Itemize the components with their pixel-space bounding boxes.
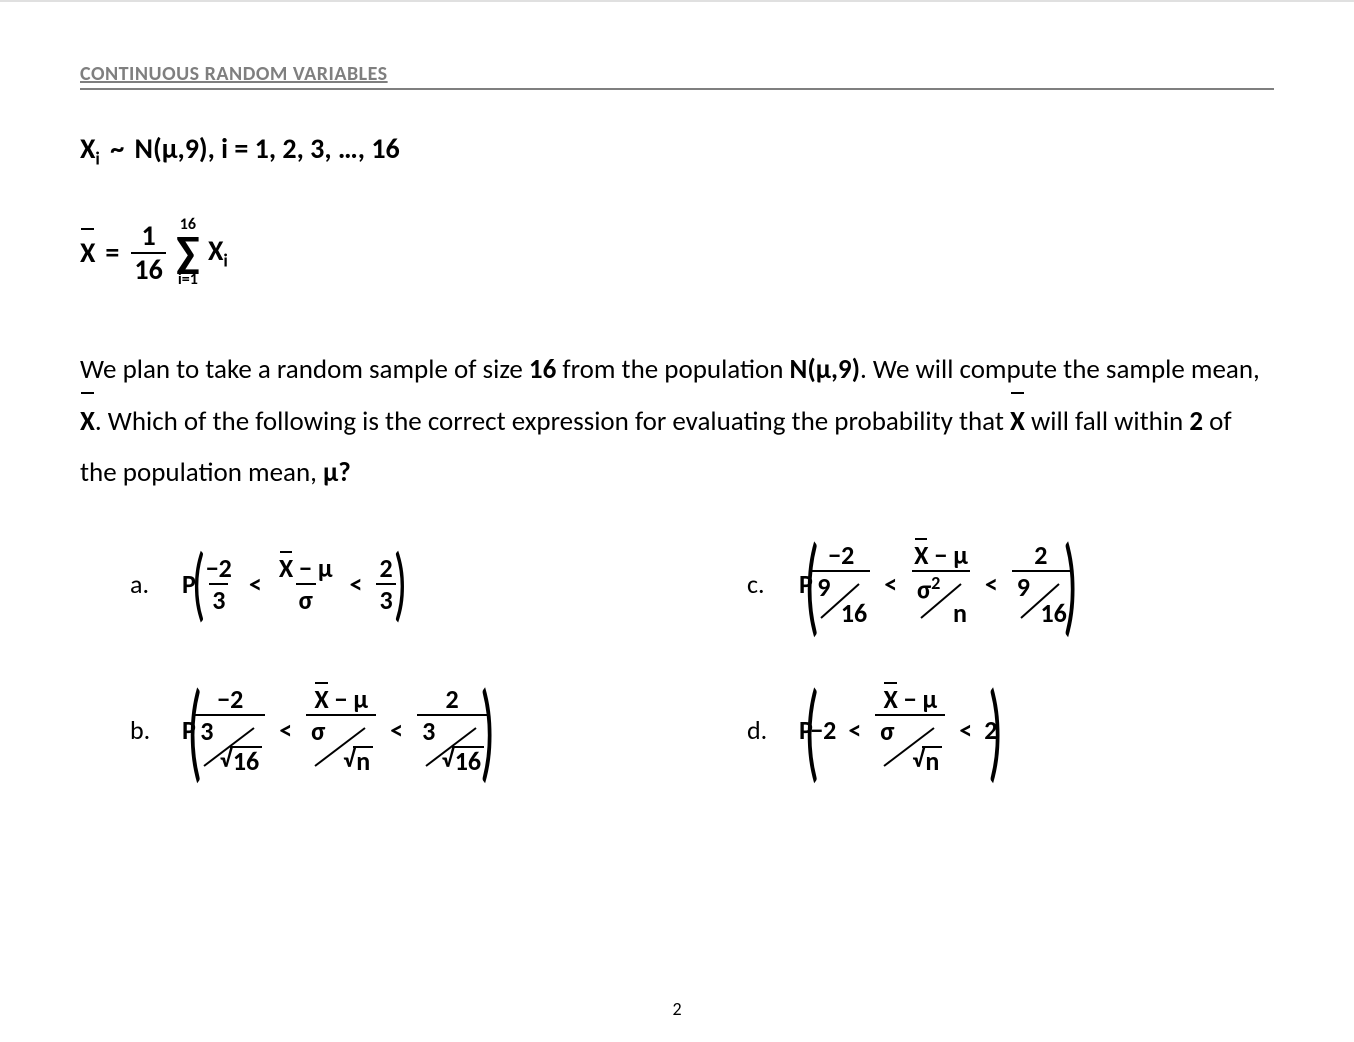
index-range: i = 1, 2, 3, …, 16 — [221, 131, 400, 166]
page-number: 2 — [672, 998, 681, 1020]
equals-sign: = — [105, 232, 119, 274]
xbar-inline-1: X — [80, 396, 95, 447]
option-d[interactable]: d. P ( −2 < X − μ σ √n — [747, 686, 1274, 774]
summand: Xi — [208, 230, 228, 275]
summation-symbol: 16 ∑ i=1 — [176, 217, 200, 289]
fraction-1-16: 1 16 — [131, 222, 165, 284]
option-b[interactable]: b. P ( −2 3 √16 — [130, 686, 657, 774]
document-page: CONTINUOUS RANDOM VARIABLES Xi ~ N(μ,9),… — [0, 0, 1354, 1042]
xi-symbol: Xi — [80, 131, 100, 166]
tilde: ~ — [110, 131, 124, 166]
equation-sample-mean: X = 1 16 16 ∑ i=1 Xi — [80, 217, 1274, 289]
xbar-inline-2: X — [1010, 396, 1025, 447]
equation-population: Xi ~ N(μ,9), i = 1, 2, 3, …, 16 — [80, 128, 1274, 173]
options-grid: a. P ( −23 < X − μσ < 23 ) c. — [80, 542, 1274, 774]
document-content: Xi ~ N(μ,9), i = 1, 2, 3, …, 16 X = 1 16… — [80, 128, 1274, 774]
option-c[interactable]: c. P ( −2 9 16 — [747, 542, 1274, 626]
option-d-label: d. — [747, 711, 775, 750]
option-a-label: a. — [130, 565, 158, 604]
distribution: N(μ,9) — [135, 131, 208, 166]
section-header: CONTINUOUS RANDOM VARIABLES — [80, 62, 1274, 90]
xbar-symbol: X — [80, 232, 95, 274]
option-a[interactable]: a. P ( −23 < X − μσ < 23 ) — [130, 542, 657, 626]
question-paragraph: We plan to take a random sample of size … — [80, 344, 1274, 498]
option-b-label: b. — [130, 711, 158, 750]
option-c-label: c. — [747, 565, 775, 604]
